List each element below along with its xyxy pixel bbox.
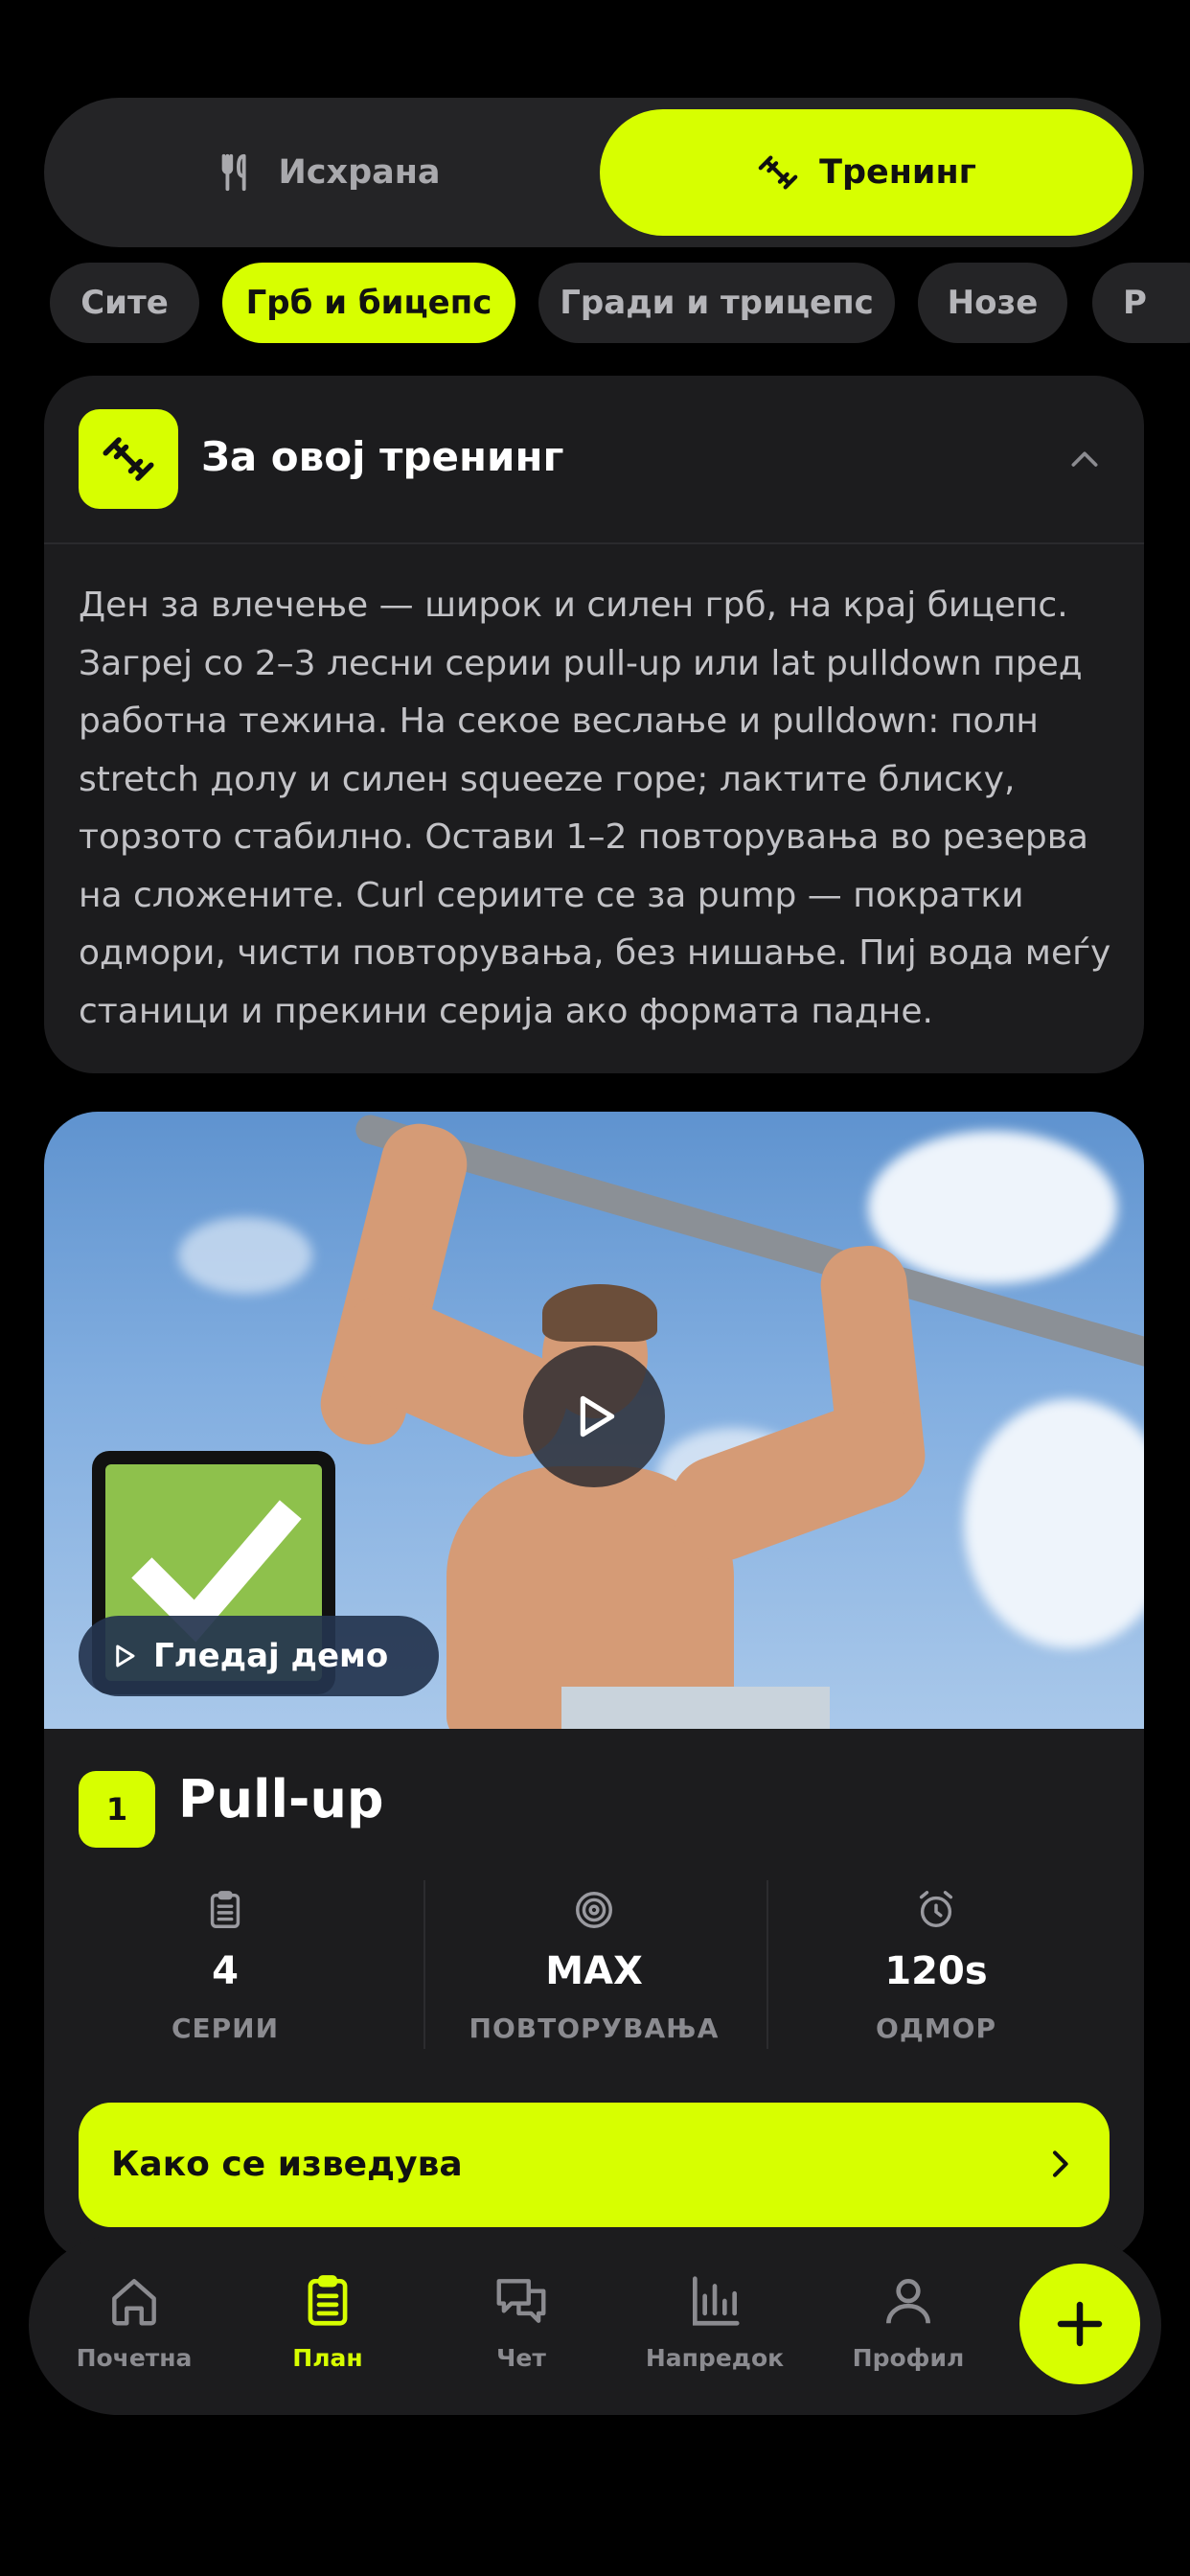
nav-plan[interactable]: План: [232, 2271, 423, 2396]
tab-nutrition[interactable]: Исхрана: [61, 109, 594, 236]
play-button[interactable]: [523, 1346, 665, 1487]
chevron-right-icon: [1053, 2150, 1068, 2177]
tab-training-label: Тренинг: [819, 153, 976, 192]
how-to-perform-button[interactable]: Како се изведува: [79, 2103, 1110, 2227]
play-outline-icon: [116, 1644, 135, 1668]
mode-switcher: Исхрана Тренинг: [44, 98, 1144, 247]
nav-profile-label: Профил: [852, 2344, 965, 2372]
exercise-number-badge: 1: [79, 1771, 155, 1848]
stat-rest: 120s ОДМОР: [765, 1871, 1108, 2058]
exercise-video-thumbnail[interactable]: Гледај демо: [44, 1112, 1144, 1729]
target-icon: [576, 1892, 612, 1928]
info-card-text: Ден за влечење — широк и силен грб, на к…: [79, 586, 1111, 1031]
clipboard-icon: [308, 2275, 348, 2326]
stat-sets: 4 СЕРИИ: [54, 1871, 397, 2058]
chevron-up-icon[interactable]: [1065, 441, 1104, 479]
nav-profile[interactable]: Профил: [812, 2271, 1004, 2396]
plus-icon: [1057, 2301, 1103, 2347]
bottom-navigation: Почетна План Чет Напредок Профил: [29, 2235, 1161, 2415]
stat-rest-value: 120s: [884, 1949, 988, 1993]
category-chips: Сите Грб и бицепс Гради и трицепс Нозе Р: [0, 263, 1190, 343]
watch-demo-button[interactable]: Гледај демо: [79, 1616, 439, 1696]
nav-home-label: Почетна: [76, 2344, 193, 2372]
exercise-title: Pull-up: [178, 1769, 384, 1829]
exercise-card: Гледај демо 1 Pull-up 4 СЕРИИ MAX ПОВТОР…: [44, 1112, 1144, 2262]
nav-plan-label: План: [292, 2344, 363, 2372]
nav-progress-label: Напредок: [645, 2344, 785, 2372]
stat-sets-label: СЕРИИ: [171, 2012, 280, 2044]
dumbbell-icon: [758, 155, 798, 190]
chip-all[interactable]: Сите: [50, 263, 199, 343]
watch-demo-label: Гледај демо: [153, 1637, 389, 1675]
chat-icon: [496, 2279, 546, 2323]
workout-info-card: За овој тренинг Ден за влечење — широк и…: [44, 376, 1144, 1073]
stat-rest-label: ОДМОР: [876, 2012, 996, 2044]
stat-sets-value: 4: [212, 1949, 239, 1993]
stat-reps-label: ПОВТОРУВАЊА: [469, 2012, 720, 2044]
cutlery-icon: [222, 153, 247, 192]
alarm-icon: [919, 1891, 953, 1928]
stat-reps-value: MAX: [545, 1949, 643, 1993]
stat-reps: MAX ПОВТОРУВАЊА: [423, 1871, 766, 2058]
nav-progress[interactable]: Напредок: [619, 2271, 811, 2396]
exercise-stats: 4 СЕРИИ MAX ПОВТОРУВАЊА 120s ОДМОР: [44, 1871, 1144, 2058]
play-icon: [580, 1395, 615, 1438]
info-card-header[interactable]: За овој тренинг: [44, 376, 1144, 544]
dumbbell-badge: [79, 409, 178, 509]
tab-nutrition-label: Исхрана: [278, 153, 441, 192]
bar-chart-icon: [693, 2276, 740, 2326]
chip-back-biceps[interactable]: Грб и бицепс: [222, 263, 515, 343]
home-icon: [112, 2279, 156, 2326]
profile-icon: [886, 2279, 930, 2324]
info-card-title: За овој тренинг: [201, 433, 564, 480]
nav-home[interactable]: Почетна: [38, 2271, 230, 2396]
nav-chat[interactable]: Чет: [425, 2271, 617, 2396]
chip-more[interactable]: Р: [1092, 263, 1190, 343]
tab-training[interactable]: Тренинг: [600, 109, 1133, 236]
add-button[interactable]: [1019, 2264, 1140, 2384]
dumbbell-icon: [103, 437, 154, 481]
how-to-perform-label: Како се изведува: [111, 2145, 463, 2184]
chip-legs[interactable]: Нозе: [918, 263, 1067, 343]
nav-chat-label: Чет: [496, 2344, 546, 2372]
chip-chest-triceps[interactable]: Гради и трицепс: [538, 263, 895, 343]
clipboard-icon: [210, 1891, 240, 1928]
